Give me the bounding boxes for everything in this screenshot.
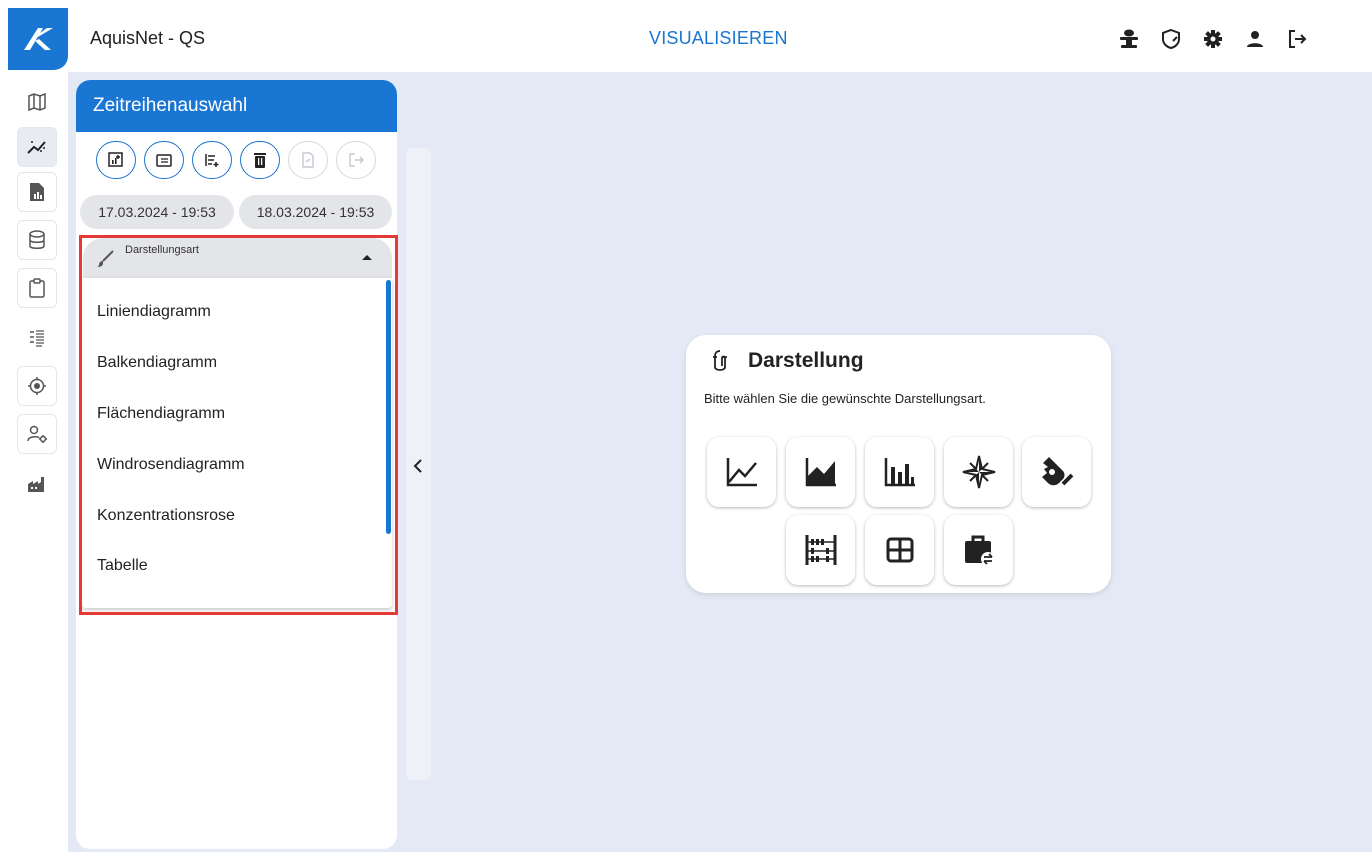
panel-title: Zeitreihenauswahl (93, 95, 248, 116)
factory-icon[interactable] (17, 464, 57, 504)
station-icon[interactable] (1114, 24, 1144, 54)
target-icon[interactable] (17, 366, 57, 406)
app-title: AquisNet - QS (90, 28, 206, 48)
gesture-icon (1041, 457, 1073, 486)
shield-icon[interactable] (1156, 24, 1186, 54)
panel-header: Zeitreihenauswahl (76, 80, 397, 132)
logout-icon[interactable] (1282, 24, 1312, 54)
gesture-button[interactable] (1022, 437, 1091, 507)
logout-export-icon (349, 153, 365, 167)
report-icon[interactable] (17, 172, 57, 212)
chevron-left-icon[interactable] (408, 455, 428, 477)
compass-rose-icon (962, 455, 995, 489)
list-add-button[interactable] (192, 141, 232, 179)
delete-button[interactable] (240, 141, 280, 179)
folder-list-button[interactable] (144, 141, 184, 179)
area-chart-icon (805, 458, 836, 487)
top-bar: AquisNet - QS VISUALISIEREN (0, 0, 1372, 72)
add-chart-icon (108, 152, 123, 167)
left-rail (0, 72, 68, 852)
logo-icon (24, 28, 53, 50)
bar-chart-button[interactable] (865, 437, 934, 507)
export-file-icon (302, 152, 314, 168)
line-chart-button[interactable] (707, 437, 776, 507)
display-card: Darstellung Bitte wählen Sie die gewünsc… (686, 335, 1111, 593)
briefcase-switch-button[interactable] (944, 515, 1013, 585)
abacus-icon (805, 535, 836, 565)
export-file-button[interactable] (288, 141, 328, 179)
clipboard-icon[interactable] (17, 268, 57, 308)
app-logo[interactable] (8, 8, 68, 70)
add-chart-button[interactable] (96, 141, 136, 179)
compass-rose-button[interactable] (944, 437, 1013, 507)
folder-list-icon (156, 154, 172, 167)
table-icon (886, 537, 913, 563)
date-to-chip[interactable]: 18.03.2024 - 19:53 (239, 195, 392, 229)
checklist-icon[interactable] (17, 318, 57, 358)
page-title: VISUALISIEREN (649, 28, 788, 48)
area-chart-button[interactable] (786, 437, 855, 507)
export-button[interactable] (336, 141, 376, 179)
table-button[interactable] (865, 515, 934, 585)
briefcase-switch-icon (964, 535, 995, 566)
clip-icon (713, 350, 727, 371)
user-settings-icon[interactable] (17, 414, 57, 454)
visualize-icon[interactable] (17, 127, 57, 167)
card-subtitle: Bitte wählen Sie die gewünschte Darstell… (704, 391, 986, 406)
map-icon[interactable] (17, 82, 57, 122)
gear-icon[interactable] (1198, 24, 1228, 54)
abacus-button[interactable] (786, 515, 855, 585)
list-add-icon (205, 154, 219, 167)
database-icon[interactable] (17, 220, 57, 260)
card-title: Darstellung (748, 349, 864, 372)
date-from-chip[interactable]: 17.03.2024 - 19:53 (80, 195, 234, 229)
highlight-box (79, 235, 398, 615)
line-chart-icon (726, 458, 757, 487)
user-icon[interactable] (1240, 24, 1270, 54)
header-actions (1092, 24, 1372, 56)
bar-chart-icon (884, 458, 915, 487)
delete-icon (254, 153, 266, 168)
